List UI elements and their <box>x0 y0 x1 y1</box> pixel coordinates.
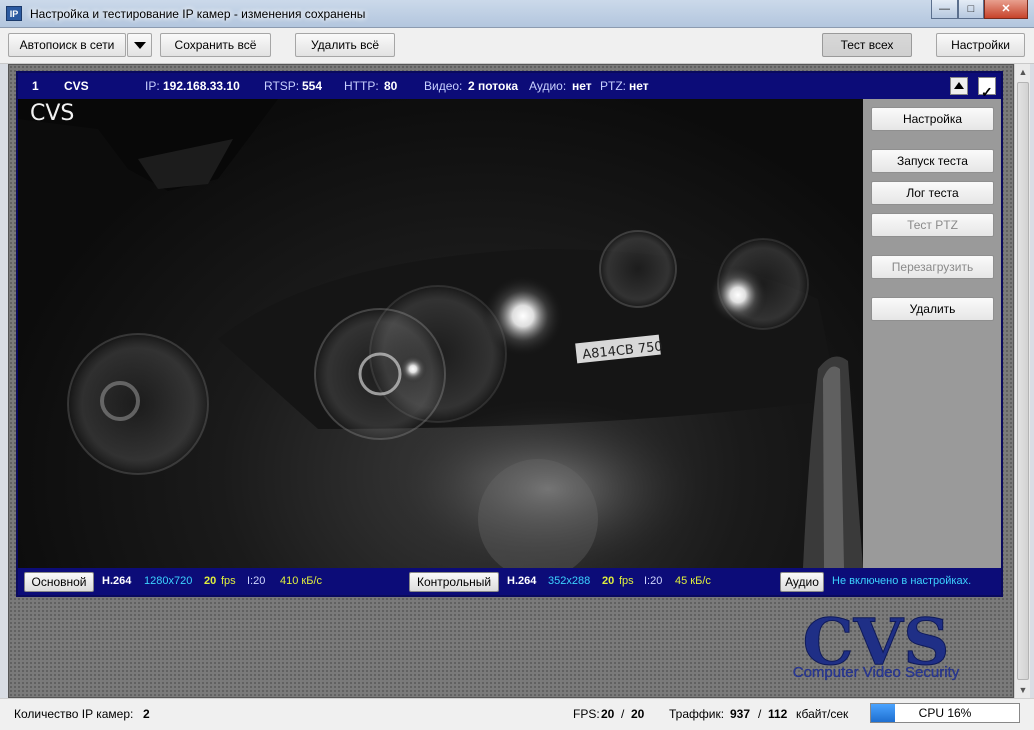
reboot-button[interactable]: Перезагрузить <box>871 255 994 279</box>
camera-number: 1 <box>32 79 39 93</box>
chevron-up-icon <box>954 82 964 89</box>
camera-enabled-checkbox[interactable]: ✓ <box>978 77 996 100</box>
title-bar[interactable]: IP Настройка и тестирование IP камер - и… <box>0 0 1034 28</box>
delete-all-button[interactable]: Удалить всё <box>295 33 395 57</box>
cpu-meter: CPU 16% <box>870 703 1020 723</box>
stream-info-bar: Основной H.264 1280x720 20 fps I:20 410 … <box>18 568 1001 595</box>
window-controls: — □ ✕ <box>931 0 1028 20</box>
test-ptz-button[interactable]: Тест PTZ <box>871 213 994 237</box>
ptz-label: PTZ: <box>600 79 626 93</box>
scrollbar-thumb[interactable] <box>1017 82 1029 680</box>
control-codec: H.264 <box>507 575 537 587</box>
cpu-text: CPU 16% <box>918 706 972 720</box>
control-iframe: I:20 <box>644 575 663 587</box>
audio-button[interactable]: Аудио <box>780 572 824 592</box>
test-log-button[interactable]: Лог теста <box>871 181 994 205</box>
main-resolution: 1280x720 <box>144 575 193 587</box>
fps-label: FPS: <box>573 707 600 721</box>
http-label: HTTP: <box>344 79 379 93</box>
fps-current: 20 <box>601 707 615 721</box>
night-scene-image: A814CB 750 <box>18 99 863 568</box>
save-all-button[interactable]: Сохранить всё <box>160 33 271 57</box>
setup-button[interactable]: Настройка <box>871 107 994 131</box>
ip-label: IP: <box>145 79 160 93</box>
camera-name: CVS <box>64 79 89 93</box>
rtsp-value: 554 <box>302 79 323 93</box>
main-stream-button[interactable]: Основной <box>24 572 94 592</box>
main-fps-value: 20 <box>204 575 217 587</box>
scroll-up-icon[interactable]: ▲ <box>1015 64 1031 80</box>
traffic-unit: кбайт/сек <box>796 707 849 721</box>
maximize-icon[interactable]: □ <box>958 0 984 19</box>
camera-panel: 1 CVS IP: 192.168.33.10 RTSP: 554 HTTP: … <box>16 71 1003 597</box>
ip-value: 192.168.33.10 <box>163 79 240 93</box>
scroll-down-icon[interactable]: ▼ <box>1015 682 1031 698</box>
fps-separator: / <box>621 707 625 721</box>
close-icon[interactable]: ✕ <box>984 0 1028 19</box>
toolbar: Автопоиск в сети Сохранить всё Удалить в… <box>0 28 1034 64</box>
audio-status: Не включено в настройках. <box>832 575 972 587</box>
autosearch-button[interactable]: Автопоиск в сети <box>8 33 126 57</box>
camera-header: 1 CVS IP: 192.168.33.10 RTSP: 554 HTTP: … <box>18 73 1001 100</box>
main-fps-unit: fps <box>221 575 236 587</box>
video-value: 2 потока <box>468 79 519 93</box>
minimize-icon[interactable]: — <box>931 0 958 19</box>
video-label: Видео: <box>424 79 463 93</box>
http-value: 80 <box>384 79 398 93</box>
ptz-value: нет <box>629 79 649 93</box>
rtsp-label: RTSP: <box>264 79 300 93</box>
vertical-scrollbar[interactable]: ▲ ▼ <box>1014 64 1030 698</box>
traffic-separator: / <box>758 707 762 721</box>
camera-count-label: Количество IP камер: <box>14 707 134 721</box>
settings-button[interactable]: Настройки <box>936 33 1025 57</box>
run-test-button[interactable]: Запуск теста <box>871 149 994 173</box>
chevron-down-icon <box>133 42 146 50</box>
collapse-button[interactable] <box>950 77 968 95</box>
video-preview[interactable]: A814CB 750 CVS <box>18 99 863 568</box>
video-overlay-name: CVS <box>30 101 75 126</box>
control-stream-button[interactable]: Контрольный <box>409 572 499 592</box>
window-title: Настройка и тестирование IP камер - изме… <box>30 7 366 21</box>
control-bitrate: 45 кБ/с <box>675 575 711 587</box>
control-fps-unit: fps <box>619 575 634 587</box>
app-icon: IP <box>6 6 22 21</box>
main-codec: H.264 <box>102 575 132 587</box>
status-bar: Количество IP камер: 2 FPS: 20 / 20 Траф… <box>0 698 1034 730</box>
audio-label: Аудио: <box>529 79 567 93</box>
cvs-logo: CVS Computer Video Security <box>766 604 986 684</box>
traffic-in: 937 <box>730 707 751 721</box>
cvs-logo-image: CVS Computer Video Security <box>793 605 960 682</box>
fps-total: 20 <box>631 707 645 721</box>
control-resolution: 352x288 <box>548 575 591 587</box>
test-all-button[interactable]: Тест всех <box>822 33 912 57</box>
audio-value: нет <box>572 79 592 93</box>
control-fps-value: 20 <box>602 575 615 587</box>
logo-tagline: Computer Video Security <box>793 664 960 681</box>
main-bitrate: 410 кБ/с <box>280 575 322 587</box>
traffic-out: 112 <box>768 707 788 721</box>
main-iframe: I:20 <box>247 575 266 587</box>
delete-camera-button[interactable]: Удалить <box>871 297 994 321</box>
camera-actions-panel: Настройка Запуск теста Лог теста Тест PT… <box>863 99 1001 568</box>
camera-count-value: 2 <box>143 707 150 721</box>
traffic-label: Траффик: <box>669 707 725 721</box>
autosearch-dropdown-button[interactable] <box>127 33 152 57</box>
